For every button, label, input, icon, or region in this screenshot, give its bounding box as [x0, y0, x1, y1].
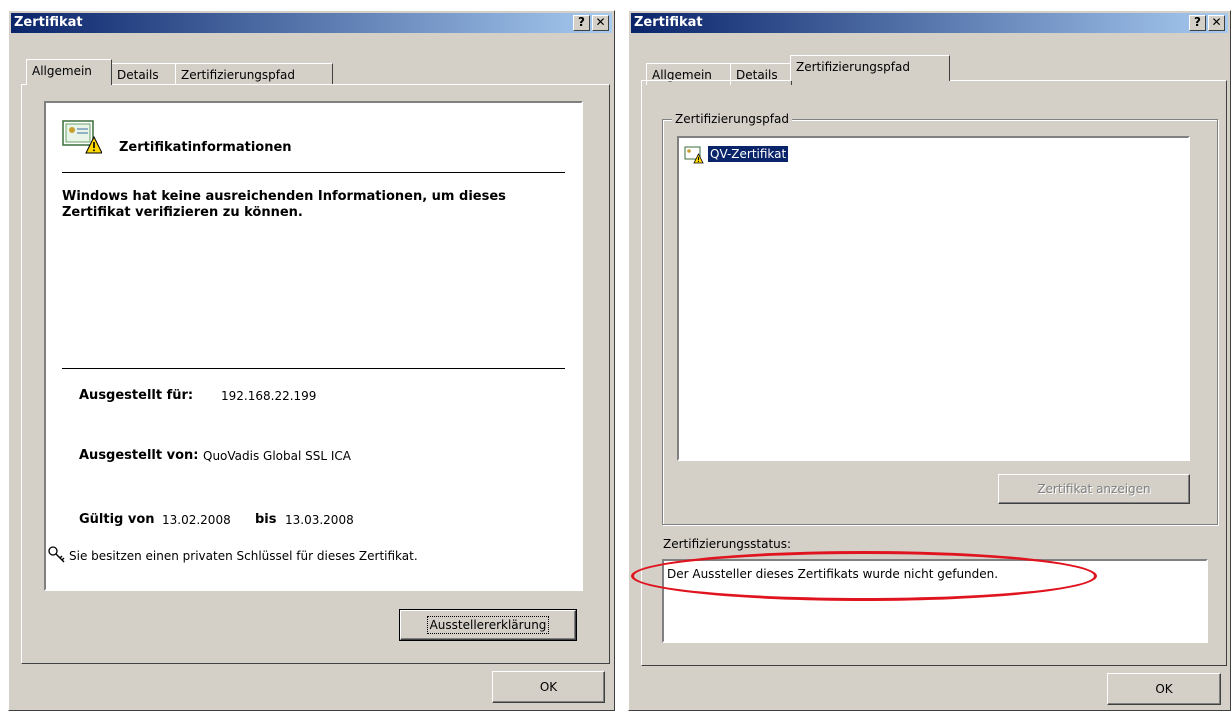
issuer-statement-button[interactable]: Ausstellererklärung — [399, 609, 577, 641]
issued-to-label: Ausgestellt für: — [79, 388, 194, 403]
valid-from-label: Gültig von — [79, 512, 155, 527]
certificate-dialog-path: Zertifikat ? ✕ Allgemein Details Zertifi… — [628, 10, 1231, 711]
tab-zertifizierungspfad[interactable]: Zertifizierungspfad — [790, 55, 950, 81]
issued-by-label: Ausgestellt von: — [79, 448, 199, 463]
tree-item-qv-zertifikat[interactable]: QV-Zertifikat — [708, 146, 789, 162]
ok-button[interactable]: OK — [1107, 673, 1221, 705]
issuer-statement-label: Ausstellererklärung — [426, 616, 550, 634]
issued-by-value: QuoVadis Global SSL ICA — [203, 449, 351, 463]
help-button[interactable]: ? — [573, 15, 590, 31]
warning-message: Windows hat keine ausreichenden Informat… — [62, 189, 506, 220]
window-title: Zertifikat — [634, 15, 703, 30]
help-button[interactable]: ? — [1189, 15, 1206, 31]
valid-to-label: bis — [255, 512, 277, 527]
valid-to-value: 13.03.2008 — [285, 513, 354, 527]
close-button[interactable]: ✕ — [592, 15, 609, 31]
highlight-ellipse — [631, 551, 1097, 601]
title-bar[interactable]: Zertifikat ? ✕ — [11, 13, 612, 33]
key-icon — [47, 545, 67, 563]
close-button[interactable]: ✕ — [1208, 15, 1225, 31]
certification-path-tree[interactable]: QV-Zertifikat — [677, 136, 1190, 461]
tab-details[interactable]: Details — [111, 63, 177, 85]
issued-to-value: 192.168.22.199 — [221, 389, 317, 403]
divider — [62, 172, 565, 173]
certificate-dialog-general: Zertifikat ? ✕ Allgemein Details Zertifi… — [8, 10, 615, 711]
private-key-note: Sie besitzen einen privaten Schlüssel fü… — [69, 549, 418, 563]
cert-info-panel: Zertifikatinformationen Windows hat kein… — [44, 101, 583, 591]
view-certificate-button[interactable]: Zertifikat anzeigen — [998, 474, 1190, 504]
title-bar[interactable]: Zertifikat ? ✕ — [631, 13, 1228, 33]
valid-from-value: 13.02.2008 — [162, 513, 231, 527]
certificate-warning-icon — [684, 146, 704, 164]
tab-allgemein[interactable]: Allgemein — [26, 59, 112, 85]
certificate-warning-icon — [62, 119, 103, 155]
ok-button[interactable]: OK — [492, 671, 605, 703]
path-group-label: Zertifizierungspfad — [672, 112, 792, 126]
status-label: Zertifizierungsstatus: — [663, 537, 792, 551]
window-title: Zertifikat — [14, 15, 83, 30]
tab-zertifizierungspfad[interactable]: Zertifizierungspfad — [175, 63, 333, 85]
cert-info-heading: Zertifikatinformationen — [119, 140, 292, 155]
divider — [62, 368, 565, 369]
